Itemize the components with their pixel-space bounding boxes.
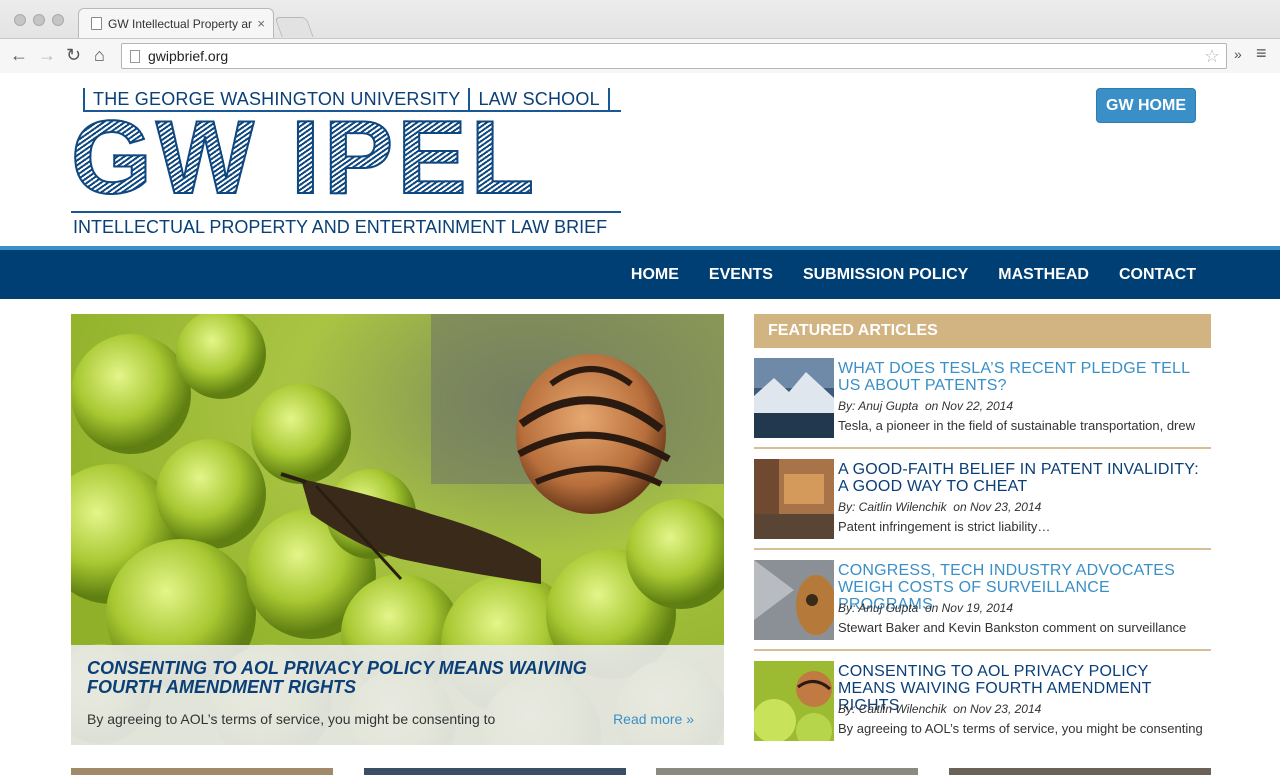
article-meta: By: Caitlin Wilenchik on Nov 23, 2014	[838, 500, 1041, 514]
slide-excerpt: By agreeing to AOL’s terms of service, y…	[87, 711, 496, 727]
bookmark-star-icon[interactable]: ☆	[1204, 46, 1220, 67]
forward-icon[interactable]: →	[38, 45, 56, 65]
article-author: By: Anuj Gupta	[838, 399, 919, 413]
featured-articles-sidebar: FEATURED ARTICLES WHAT DOES TESLA’S RECE…	[754, 314, 1211, 752]
home-icon[interactable]: ⌂	[94, 45, 105, 65]
extensions-overflow-icon[interactable]: »	[1234, 46, 1242, 62]
browser-toolbar: ← → ↻ ⌂ gwipbrief.org ☆ » ≡	[0, 38, 1280, 73]
new-tab-button[interactable]	[274, 17, 314, 37]
article-excerpt: By agreeing to AOL’s terms of service, y…	[838, 721, 1203, 736]
bottom-thumbnail-row	[71, 768, 1211, 775]
browser-tab[interactable]: GW Intellectual Property ar ×	[78, 8, 274, 38]
tab-close-icon[interactable]: ×	[257, 16, 265, 31]
sidebar-header: FEATURED ARTICLES	[754, 314, 1211, 348]
logo-wordmark: GW IPEL	[70, 100, 539, 216]
reload-icon[interactable]: ↻	[66, 45, 81, 65]
article-author: By: Caitlin Wilenchik	[838, 702, 947, 716]
slide-caption: CONSENTING TO AOL PRIVACY POLICY MEANS W…	[71, 645, 724, 745]
article-date: on Nov 23, 2014	[953, 500, 1042, 514]
tab-title: GW Intellectual Property ar	[108, 16, 253, 31]
article-date: on Nov 22, 2014	[924, 399, 1014, 413]
article-title[interactable]: A GOOD-FAITH BELIEF IN PATENT INVALIDITY…	[838, 461, 1208, 495]
article-excerpt: Tesla, a pioneer in the field of sustain…	[838, 418, 1195, 433]
minimize-window-button[interactable]	[33, 14, 45, 26]
main-navigation: HOME EVENTS SUBMISSION POLICY MASTHEAD C…	[0, 246, 1280, 299]
article-item: CONSENTING TO AOL PRIVACY POLICY MEANS W…	[754, 651, 1211, 752]
article-excerpt: Patent infringement is strict liability…	[838, 519, 1051, 534]
article-item: A GOOD-FAITH BELIEF IN PATENT INVALIDITY…	[754, 449, 1211, 550]
web-page: THE GEORGE WASHINGTON UNIVERSITY LAW SCH…	[0, 74, 1280, 775]
article-meta: By: Anuj Gupta on Nov 19, 2014	[838, 601, 1013, 615]
nav-contact[interactable]: CONTACT	[1119, 266, 1196, 284]
article-date: on Nov 23, 2014	[953, 702, 1042, 716]
close-window-button[interactable]	[14, 14, 26, 26]
bottom-thumbnail[interactable]	[949, 768, 1211, 775]
gw-home-button[interactable]: GW HOME	[1096, 88, 1196, 123]
logo-subtitle: INTELLECTUAL PROPERTY AND ENTERTAINMENT …	[73, 217, 608, 237]
article-meta: By: Caitlin Wilenchik on Nov 23, 2014	[838, 702, 1041, 716]
article-author: By: Caitlin Wilenchik	[838, 500, 947, 514]
nav-events[interactable]: EVENTS	[709, 266, 773, 284]
page-icon	[91, 17, 102, 30]
featured-slide[interactable]: CONSENTING TO AOL PRIVACY POLICY MEANS W…	[71, 314, 724, 745]
address-bar[interactable]: gwipbrief.org ☆	[121, 43, 1227, 69]
bottom-thumbnail[interactable]	[364, 768, 626, 775]
browser-chrome: GW Intellectual Property ar × ← → ↻ ⌂ gw…	[0, 0, 1280, 73]
article-item: WHAT DOES TESLA’S RECENT PLEDGE TELL US …	[754, 348, 1211, 449]
bottom-thumbnail[interactable]	[71, 768, 333, 775]
article-thumbnail[interactable]	[754, 661, 834, 741]
maximize-window-button[interactable]	[52, 14, 64, 26]
window-controls	[14, 14, 64, 26]
menu-icon[interactable]: ≡	[1256, 43, 1267, 64]
bottom-thumbnail[interactable]	[656, 768, 918, 775]
article-date: on Nov 19, 2014	[924, 601, 1014, 615]
nav-submission-policy[interactable]: SUBMISSION POLICY	[803, 266, 968, 284]
article-item: CONGRESS, TECH INDUSTRY ADVOCATES WEIGH …	[754, 550, 1211, 651]
page-icon	[130, 49, 140, 63]
url-text: gwipbrief.org	[148, 48, 229, 64]
article-thumbnail[interactable]	[754, 358, 834, 438]
article-excerpt: Stewart Baker and Kevin Bankston comment…	[838, 620, 1187, 635]
logo-rule	[71, 211, 621, 213]
article-title[interactable]: WHAT DOES TESLA’S RECENT PLEDGE TELL US …	[838, 360, 1208, 394]
article-meta: By: Anuj Gupta on Nov 22, 2014	[838, 399, 1013, 413]
read-more-link[interactable]: Read more »	[613, 711, 694, 727]
article-author: By: Anuj Gupta	[838, 601, 919, 615]
nav-masthead[interactable]: MASTHEAD	[998, 266, 1089, 284]
article-thumbnail[interactable]	[754, 560, 834, 640]
site-logo[interactable]: THE GEORGE WASHINGTON UNIVERSITY LAW SCH…	[70, 88, 627, 237]
nav-home[interactable]: HOME	[631, 266, 679, 284]
article-thumbnail[interactable]	[754, 459, 834, 539]
slide-title[interactable]: CONSENTING TO AOL PRIVACY POLICY MEANS W…	[87, 659, 647, 697]
back-icon[interactable]: ←	[10, 45, 28, 65]
